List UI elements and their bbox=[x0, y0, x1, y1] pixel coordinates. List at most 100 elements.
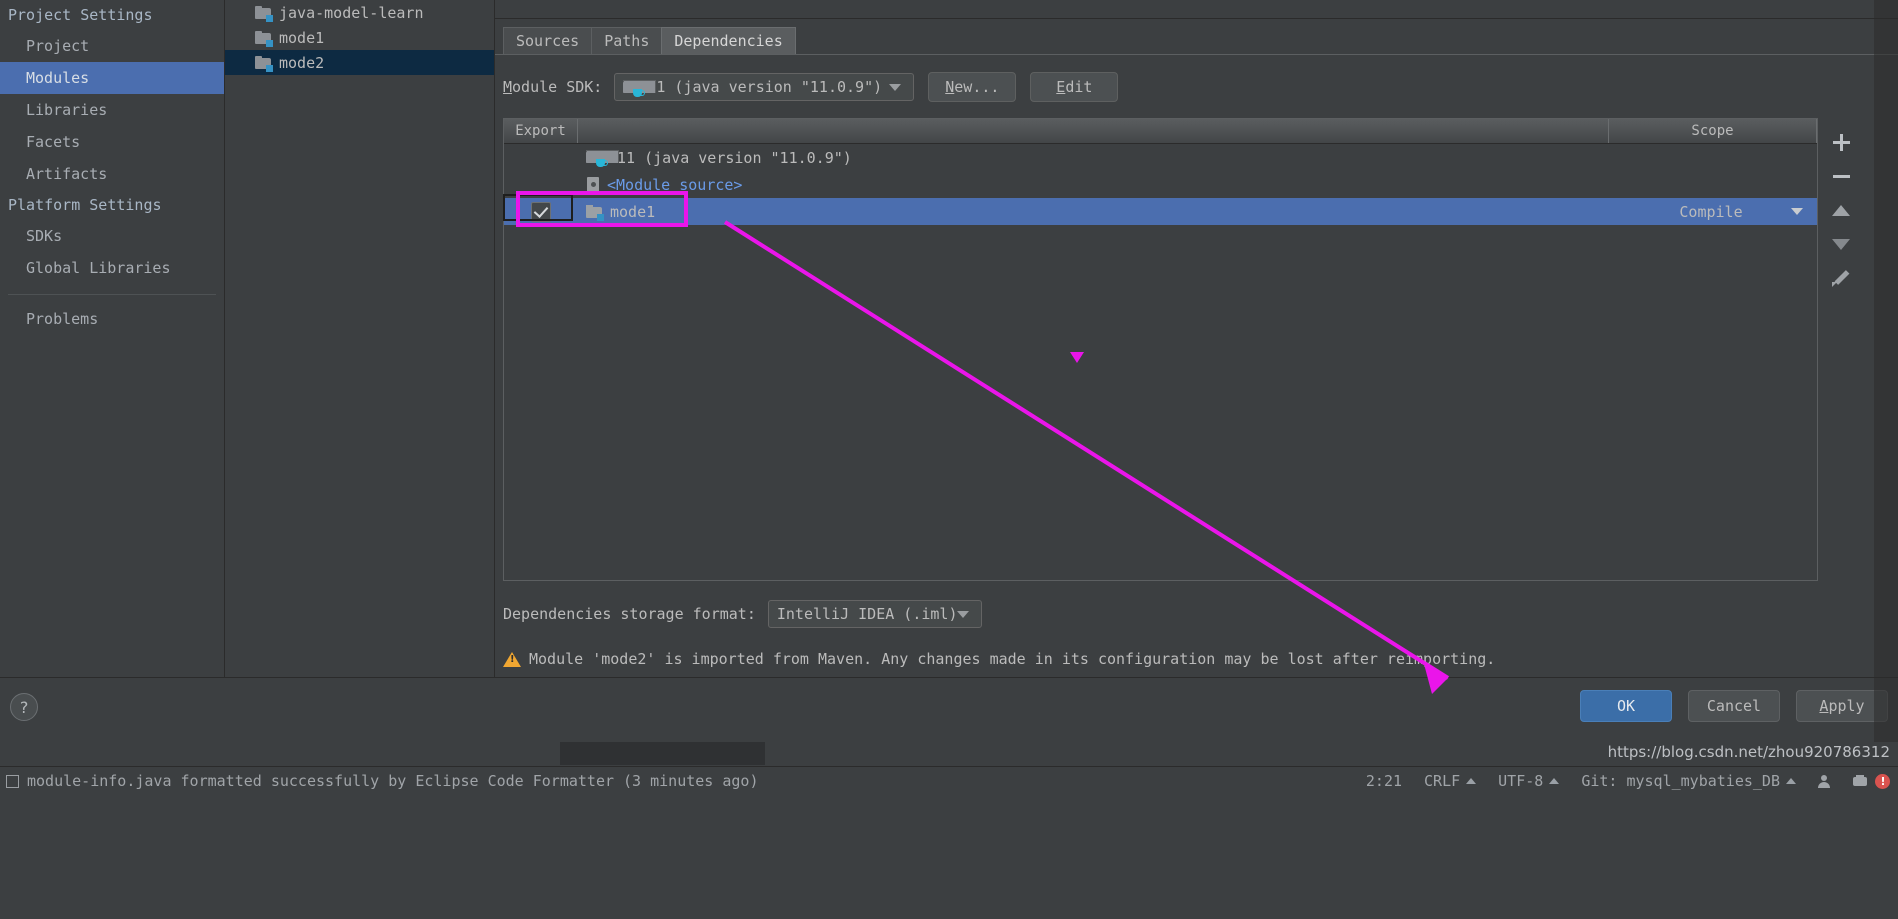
sidebar-group-platform-settings: Platform Settings bbox=[8, 196, 162, 214]
caret-position-indicator[interactable]: 2:21 bbox=[1366, 772, 1402, 790]
help-button[interactable]: ? bbox=[10, 693, 38, 721]
tree-node-label: mode2 bbox=[279, 53, 325, 72]
pencil-icon bbox=[1832, 269, 1850, 287]
tabs-underline bbox=[495, 54, 1898, 55]
pane-top-rule bbox=[495, 0, 1898, 19]
chevron-down-icon[interactable] bbox=[1791, 208, 1803, 215]
chevron-up-icon bbox=[1549, 778, 1560, 784]
jdk-icon bbox=[623, 79, 657, 97]
dependency-label: mode1 bbox=[610, 202, 656, 221]
table-row[interactable]: <Module source> bbox=[504, 171, 1817, 198]
dependency-name-cell: 11 (java version "11.0.9") bbox=[578, 149, 1609, 167]
project-structure-dialog: Project Settings Project Modules Librari… bbox=[0, 0, 1898, 919]
warning-text: Module 'mode2' is imported from Maven. A… bbox=[529, 650, 1496, 668]
dependency-name-cell: mode1 bbox=[578, 203, 1609, 221]
module-folder-icon bbox=[255, 5, 273, 22]
arrow-up-icon bbox=[1832, 204, 1850, 216]
edit-sdk-button[interactable]: Edit bbox=[1030, 72, 1119, 102]
sidebar-item-libraries[interactable]: Libraries bbox=[0, 94, 224, 126]
annotation-marker-icon bbox=[1070, 352, 1084, 363]
tab-sources[interactable]: Sources bbox=[503, 27, 593, 55]
new-sdk-button[interactable]: New... bbox=[928, 72, 1017, 102]
tree-node-mode1[interactable]: mode1 bbox=[225, 25, 494, 50]
sidebar-item-global-libraries[interactable]: Global Libraries bbox=[0, 252, 224, 284]
database-icon[interactable] bbox=[1853, 774, 1867, 788]
remove-dependency-button[interactable] bbox=[1826, 160, 1856, 192]
chevron-up-icon bbox=[1466, 778, 1477, 784]
export-cell[interactable] bbox=[504, 198, 578, 225]
encoding-indicator[interactable]: UTF-8 bbox=[1498, 772, 1560, 790]
export-checkbox[interactable] bbox=[531, 201, 551, 222]
tree-node-java-model-learn[interactable]: java-model-learn bbox=[225, 0, 494, 25]
sidebar-item-modules[interactable]: Modules bbox=[0, 62, 224, 94]
cancel-button[interactable]: Cancel bbox=[1688, 690, 1780, 722]
ok-button[interactable]: OK bbox=[1580, 690, 1672, 722]
ide-status-bar: module-info.java formatted successfully … bbox=[0, 742, 1898, 919]
storage-format-label: Dependencies storage format: bbox=[503, 605, 756, 623]
dependencies-table[interactable]: Export Scope 11 (java version "11.0.9") bbox=[503, 118, 1818, 581]
error-badge-icon[interactable] bbox=[1875, 773, 1890, 789]
background-editor-edge bbox=[1874, 0, 1898, 742]
sidebar-item-facets[interactable]: Facets bbox=[0, 126, 224, 158]
dependencies-table-header: Export Scope bbox=[504, 119, 1817, 144]
person-icon[interactable] bbox=[1818, 774, 1831, 788]
editor-tab-ghost[interactable] bbox=[560, 742, 765, 765]
sidebar-divider bbox=[8, 294, 216, 295]
tree-node-mode2[interactable]: mode2 bbox=[225, 50, 494, 75]
column-header-export[interactable]: Export bbox=[504, 119, 578, 143]
module-tree-pane[interactable]: java-model-learn mode1 mode2 bbox=[225, 0, 495, 677]
storage-format-value: IntelliJ IDEA (.iml) bbox=[776, 605, 958, 623]
table-row[interactable]: mode1 Compile bbox=[504, 198, 1817, 225]
column-header-scope[interactable]: Scope bbox=[1609, 119, 1817, 143]
storage-format-combo[interactable]: IntelliJ IDEA (.iml) bbox=[767, 600, 982, 628]
warning-icon bbox=[503, 651, 521, 667]
arrow-down-icon bbox=[1832, 238, 1850, 250]
add-dependency-button[interactable] bbox=[1826, 126, 1856, 158]
tree-node-label: java-model-learn bbox=[279, 3, 424, 22]
status-message-left: module-info.java formatted successfully … bbox=[6, 772, 759, 790]
dialog-footer: ? OK Cancel Apply bbox=[0, 677, 1898, 743]
watermark-text: https://blog.csdn.net/zhou920786312 bbox=[1607, 743, 1890, 761]
status-indicators: 2:21 CRLF UTF-8 Git: mysql_mybaties_DB bbox=[1344, 768, 1890, 794]
dependency-label: <Module source> bbox=[607, 175, 743, 194]
move-down-button[interactable] bbox=[1826, 228, 1856, 260]
module-sdk-value: 11 (java version "11.0.9") bbox=[647, 78, 883, 96]
module-sdk-combo[interactable]: 11 (java version "11.0.9") bbox=[614, 73, 915, 101]
sidebar-item-project[interactable]: Project bbox=[0, 30, 224, 62]
scope-cell[interactable]: Compile bbox=[1609, 203, 1817, 221]
git-branch-indicator[interactable]: Git: mysql_mybaties_DB bbox=[1581, 772, 1796, 790]
move-up-button[interactable] bbox=[1826, 194, 1856, 226]
module-sdk-row: Module SDK: 11 (java version "11.0.9") N… bbox=[503, 72, 1119, 102]
line-separator-indicator[interactable]: CRLF bbox=[1424, 772, 1477, 790]
module-editor-pane: Sources Paths Dependencies Module SDK: 1… bbox=[495, 0, 1898, 677]
export-cell bbox=[504, 144, 578, 171]
status-message: module-info.java formatted successfully … bbox=[27, 772, 759, 790]
scope-value: Compile bbox=[1679, 202, 1743, 221]
maven-import-warning: Module 'mode2' is imported from Maven. A… bbox=[503, 650, 1495, 668]
edit-dependency-button[interactable] bbox=[1826, 262, 1856, 294]
sidebar-item-artifacts[interactable]: Artifacts bbox=[0, 158, 224, 190]
chevron-down-icon bbox=[956, 610, 969, 618]
module-folder-icon bbox=[586, 204, 604, 221]
module-sdk-label: Module SDK: bbox=[503, 78, 603, 96]
dialog-buttons: OK Cancel Apply bbox=[1564, 690, 1888, 722]
column-header-name[interactable] bbox=[578, 119, 1609, 143]
tab-dependencies[interactable]: Dependencies bbox=[661, 27, 796, 55]
dependency-label: 11 (java version "11.0.9") bbox=[617, 148, 852, 167]
sidebar-item-problems[interactable]: Problems bbox=[0, 303, 224, 335]
status-box-icon bbox=[6, 774, 19, 788]
chevron-down-icon bbox=[889, 83, 902, 91]
table-row[interactable]: 11 (java version "11.0.9") bbox=[504, 144, 1817, 171]
dependencies-toolbar bbox=[1824, 118, 1858, 581]
tree-node-label: mode1 bbox=[279, 28, 325, 47]
export-cell bbox=[504, 171, 578, 198]
chevron-up-icon bbox=[1786, 778, 1796, 784]
jdk-icon bbox=[586, 150, 619, 167]
tab-paths[interactable]: Paths bbox=[591, 27, 663, 55]
dependencies-storage-format-row: Dependencies storage format: IntelliJ ID… bbox=[503, 600, 982, 628]
pane-top-strip bbox=[559, 0, 1559, 17]
module-folder-icon bbox=[255, 55, 273, 72]
sidebar-item-sdks[interactable]: SDKs bbox=[0, 220, 224, 252]
module-folder-icon bbox=[255, 30, 273, 47]
source-file-icon bbox=[586, 177, 600, 192]
